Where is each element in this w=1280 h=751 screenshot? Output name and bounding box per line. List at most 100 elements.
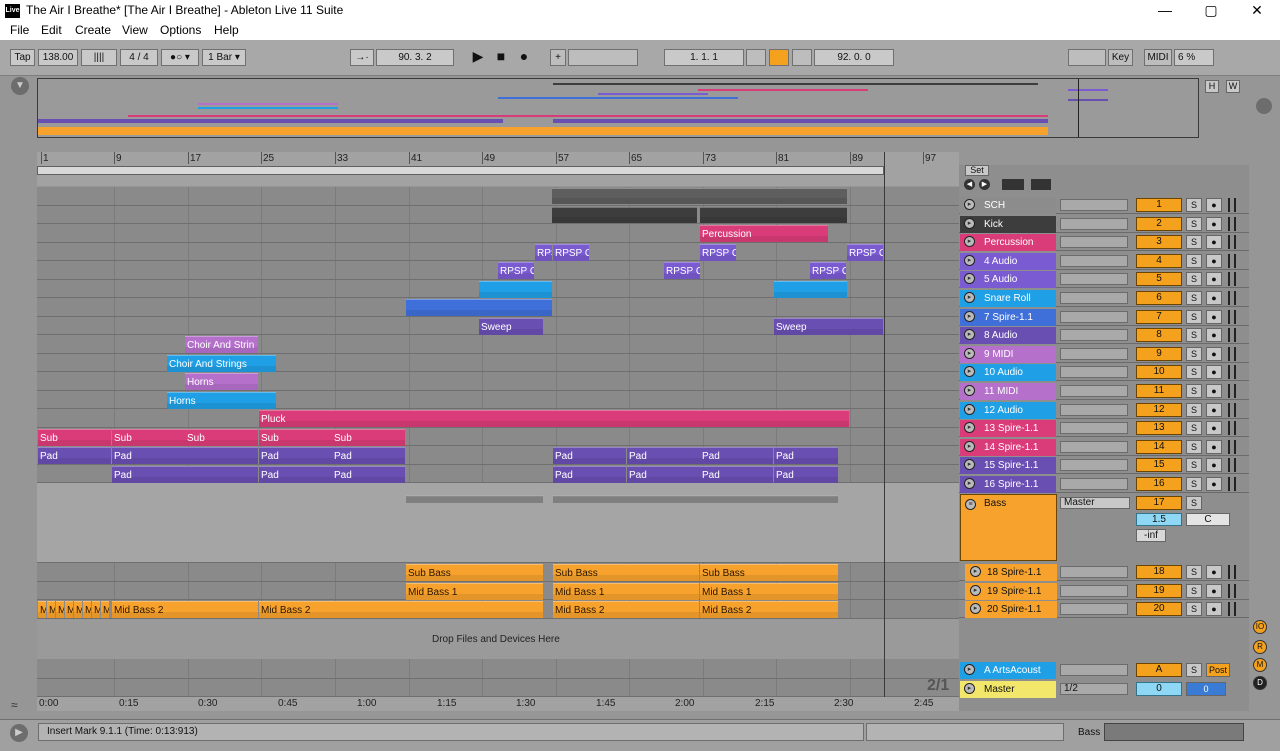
track-activator[interactable]: 1 xyxy=(1136,198,1182,212)
solo-button[interactable]: S xyxy=(1186,477,1202,491)
set-button[interactable]: Set xyxy=(965,165,989,176)
clip-m[interactable]: M xyxy=(74,601,82,618)
clip-rpsp[interactable]: RPSP C xyxy=(810,262,846,279)
track-header-row[interactable]: 12 Audio ▸ 12 S ● xyxy=(959,401,1249,419)
clip-pad[interactable]: Pad xyxy=(627,447,700,464)
clip-pad[interactable]: Pad xyxy=(112,447,258,464)
punch-out-button[interactable] xyxy=(792,49,812,66)
clip-horns[interactable]: Horns xyxy=(185,373,258,390)
info-view-toggle-icon[interactable]: ▶ xyxy=(10,724,28,742)
clip-sub-bass[interactable]: Sub Bass xyxy=(700,564,838,581)
track-activator-icon[interactable]: ▸ xyxy=(964,292,975,303)
clip-mid-bass-2[interactable]: Mid Bass 2 xyxy=(259,601,543,618)
track-activator-icon[interactable]: ▸ xyxy=(964,347,975,359)
clip-m[interactable]: M xyxy=(101,601,109,618)
track-activator[interactable]: 3 xyxy=(1136,235,1182,250)
track-activator[interactable]: 13 xyxy=(1136,421,1182,436)
track-io[interactable] xyxy=(1060,347,1128,360)
clip-sub[interactable]: Sub xyxy=(332,429,405,446)
master-volume[interactable]: 0 xyxy=(1186,682,1226,696)
draw-mode-button[interactable] xyxy=(1068,49,1106,66)
browser-toggle-icon[interactable]: ▼ xyxy=(11,77,29,95)
track-io[interactable] xyxy=(1060,273,1128,286)
crossfade-icon[interactable]: D xyxy=(1253,676,1267,690)
track-activator[interactable]: 4 xyxy=(1136,253,1182,268)
arm-icon[interactable]: ● xyxy=(1206,309,1222,324)
key-map-button[interactable]: Key xyxy=(1108,49,1133,66)
track-io[interactable] xyxy=(1060,478,1128,490)
tap-button[interactable]: Tap xyxy=(10,49,35,66)
solo-button[interactable]: S xyxy=(1186,384,1202,398)
solo-button[interactable]: S xyxy=(1186,365,1202,380)
prev-locator-icon[interactable]: ◀ xyxy=(964,179,975,190)
track-view-icon[interactable] xyxy=(1256,98,1272,114)
solo-button[interactable]: S xyxy=(1186,328,1202,343)
clip-rpsp[interactable]: RPS xyxy=(535,244,552,261)
clip-sch[interactable] xyxy=(552,188,847,204)
clip-snare-roll[interactable] xyxy=(774,281,847,298)
solo-button[interactable]: S xyxy=(1186,272,1202,287)
bass-activator[interactable]: 17 xyxy=(1136,496,1182,510)
solo-button[interactable]: S xyxy=(1186,309,1202,324)
draw-mode-icon[interactable]: ≈ xyxy=(11,698,29,712)
bass-volume[interactable]: 1.5 xyxy=(1136,513,1182,526)
menu-view[interactable]: View xyxy=(122,23,148,37)
clip-sub[interactable]: Sub xyxy=(112,429,185,446)
track-activator-icon[interactable]: ▸ xyxy=(970,566,981,577)
track-activator[interactable]: 15 xyxy=(1136,458,1182,473)
track-activator-icon[interactable]: ▸ xyxy=(964,310,975,322)
bass-group-header[interactable]: ≡ Bass xyxy=(960,494,1057,561)
return-io[interactable] xyxy=(1060,664,1128,676)
clip-pad[interactable]: Pad xyxy=(259,447,332,464)
return-solo-button[interactable]: S xyxy=(1186,663,1202,677)
track-activator[interactable]: 16 xyxy=(1136,477,1182,491)
track-header-row[interactable]: 15 Spire-1.1 ▸ 15 S ● xyxy=(959,456,1249,475)
clip-kick[interactable] xyxy=(700,207,847,223)
track-io[interactable] xyxy=(1060,366,1128,379)
clip-rpsp[interactable]: RPSP C xyxy=(553,244,589,261)
track-activator[interactable]: 7 xyxy=(1136,309,1182,324)
clip-pad[interactable]: Pad xyxy=(259,466,332,483)
arm-icon[interactable]: ● xyxy=(1206,439,1222,454)
track-activator[interactable]: 20 xyxy=(1136,602,1182,617)
stop-button[interactable]: ■ xyxy=(491,49,511,66)
clip-pad[interactable]: Pad xyxy=(553,466,626,483)
clip-sweep[interactable]: Sweep xyxy=(774,318,883,335)
track-header-row[interactable]: 4 Audio ▸ 4 S ● xyxy=(959,252,1249,270)
track-io[interactable] xyxy=(1060,440,1128,453)
arm-icon[interactable]: ● xyxy=(1206,477,1222,491)
solo-button[interactable]: S xyxy=(1186,583,1202,598)
clip-m[interactable]: M xyxy=(47,601,55,618)
track-activator[interactable]: 2 xyxy=(1136,216,1182,231)
track-activator-icon[interactable]: ▸ xyxy=(964,440,975,452)
track-io[interactable] xyxy=(1060,292,1128,304)
menu-create[interactable]: Create xyxy=(75,23,111,37)
loop-start[interactable]: 1. 1. 1 xyxy=(664,49,744,66)
menu-file[interactable]: File xyxy=(10,23,29,37)
arm-icon[interactable]: ● xyxy=(1206,235,1222,250)
clip-pad[interactable]: Pad xyxy=(700,447,773,464)
mixer-icon[interactable]: M xyxy=(1253,658,1267,672)
solo-button[interactable]: S xyxy=(1186,216,1202,231)
bass-track-row[interactable]: 18 Spire-1.1 ▸ 18 S ● xyxy=(959,563,1249,581)
track-activator-icon[interactable]: ▸ xyxy=(964,683,975,694)
track-header-row[interactable]: 13 Spire-1.1 ▸ 13 S ● xyxy=(959,419,1249,438)
arm-icon[interactable]: ● xyxy=(1206,253,1222,268)
clip-mid-bass-2[interactable]: Mid Bass 2 xyxy=(553,601,699,618)
track-activator[interactable]: 10 xyxy=(1136,365,1182,380)
clip-sweep[interactable]: Sweep xyxy=(479,318,543,335)
clip-m[interactable]: M xyxy=(83,601,91,618)
overview-h-button[interactable]: H xyxy=(1205,80,1219,93)
arm-icon[interactable]: ● xyxy=(1206,216,1222,231)
clip-pluck[interactable]: Pluck xyxy=(259,410,849,427)
time-signature[interactable]: 4 / 4 xyxy=(120,49,158,66)
track-io[interactable] xyxy=(1060,385,1128,397)
play-button[interactable]: ▶ xyxy=(468,49,488,66)
loop-length[interactable]: 92. 0. 0 xyxy=(814,49,894,66)
clip-pad[interactable]: Pad xyxy=(553,447,626,464)
clip-m[interactable]: M xyxy=(92,601,100,618)
punch-in-button[interactable] xyxy=(746,49,766,66)
arrangement-position[interactable]: 90. 3. 2 xyxy=(376,49,454,66)
clip-pad[interactable]: Pad xyxy=(112,466,258,483)
track-header-row[interactable]: 7 Spire-1.1 ▸ 7 S ● xyxy=(959,308,1249,326)
